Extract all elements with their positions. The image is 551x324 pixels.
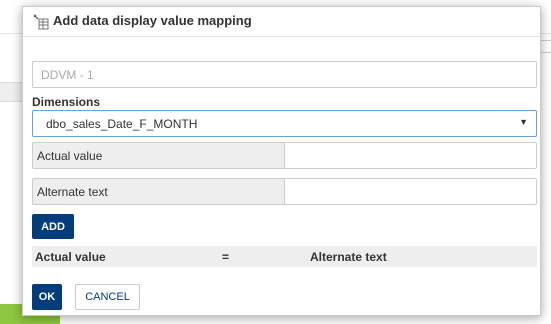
mapping-name-input[interactable]	[32, 61, 537, 88]
cancel-button[interactable]: CANCEL	[75, 284, 140, 310]
actual-value-row: Actual value	[32, 142, 537, 169]
column-header-actual-value: Actual value	[35, 250, 106, 264]
table-settings-icon	[33, 14, 49, 30]
chevron-down-icon: ▼	[519, 117, 528, 127]
add-button[interactable]: ADD	[32, 214, 74, 239]
mapping-table-header: Actual value = Alternate text	[32, 246, 537, 267]
dimensions-label: Dimensions	[32, 95, 101, 109]
dimensions-select[interactable]: dbo_sales_Date_F_MONTH ▼	[32, 110, 537, 137]
actual-value-label: Actual value	[32, 142, 285, 169]
add-mapping-dialog: Add data display value mapping Dimension…	[22, 6, 541, 316]
column-header-equals: =	[222, 250, 230, 264]
dimensions-selected-value: dbo_sales_Date_F_MONTH	[46, 117, 198, 131]
alternate-text-input[interactable]	[284, 178, 537, 205]
ok-button[interactable]: OK	[32, 284, 62, 310]
actual-value-input[interactable]	[284, 142, 537, 169]
alternate-text-label: Alternate text	[32, 178, 285, 205]
alternate-text-row: Alternate text	[32, 178, 537, 205]
dialog-title: Add data display value mapping	[53, 13, 252, 28]
background-divider	[541, 52, 551, 53]
dialog-header: Add data display value mapping	[23, 7, 540, 37]
column-header-alternate-text: Alternate text	[310, 250, 387, 264]
background-divider	[541, 40, 551, 41]
